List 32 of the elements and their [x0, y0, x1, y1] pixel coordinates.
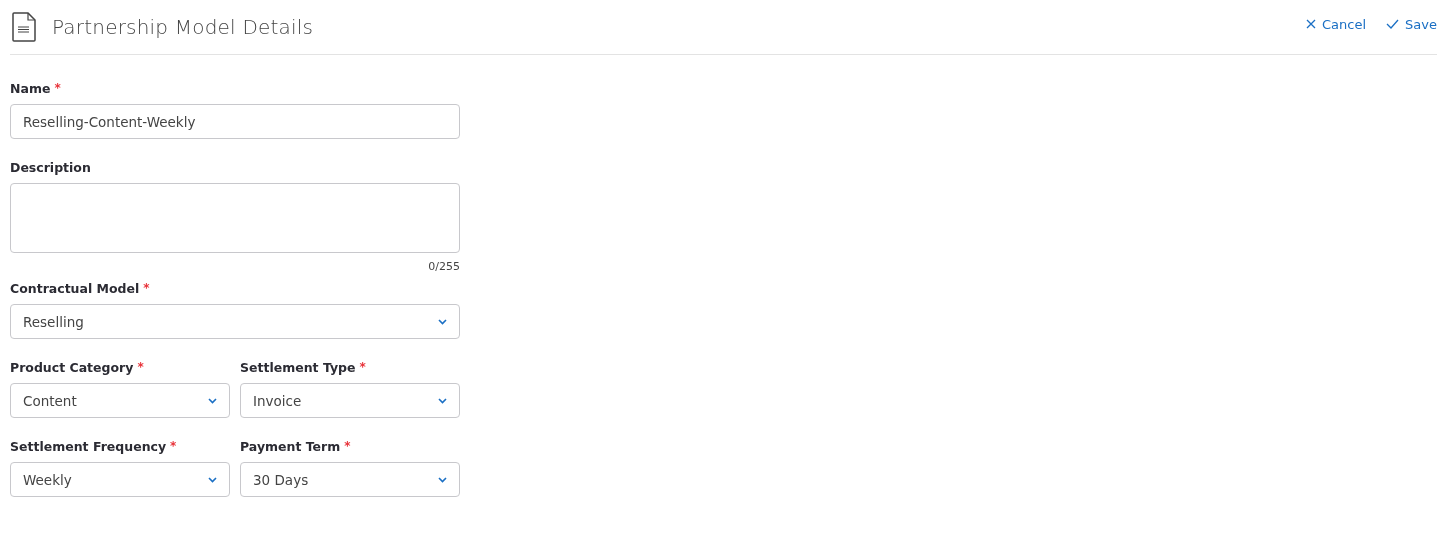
- field-label: Settlement Type: [240, 359, 356, 375]
- field-label: Name: [10, 80, 51, 96]
- close-icon: [1306, 19, 1317, 29]
- description-field[interactable]: [10, 183, 460, 253]
- required-mark: *: [143, 281, 150, 295]
- chevron-down-icon: [208, 397, 217, 404]
- character-counter: 0/255: [428, 260, 460, 273]
- required-mark: *: [137, 360, 144, 374]
- dropdown-field[interactable]: Content: [10, 383, 230, 418]
- chevron-down-icon: [438, 318, 447, 325]
- checkmark-icon: [1386, 19, 1400, 29]
- cancel-button[interactable]: Cancel: [1306, 16, 1367, 32]
- dropdown-field[interactable]: 30 Days: [240, 462, 460, 497]
- field-label: Settlement Frequency: [10, 438, 167, 454]
- field-label: Product Category: [10, 359, 134, 375]
- chevron-down-icon: [438, 397, 447, 404]
- required-mark: *: [344, 439, 351, 453]
- text-field[interactable]: Reselling-Content-Weekly: [10, 104, 460, 139]
- field-label: Payment Term: [240, 438, 341, 454]
- field-label: Contractual Model: [10, 280, 140, 296]
- chevron-down-icon: [208, 476, 217, 483]
- document-icon: [12, 12, 36, 42]
- chevron-down-icon: [438, 476, 447, 483]
- field-label: Description: [10, 159, 91, 175]
- page-title: Partnership Model Details: [52, 15, 314, 39]
- required-mark: *: [170, 439, 177, 453]
- dropdown-field[interactable]: Invoice: [240, 383, 460, 418]
- save-button[interactable]: Save: [1386, 16, 1437, 32]
- dropdown-field[interactable]: Reselling: [10, 304, 460, 339]
- required-mark: *: [54, 81, 61, 95]
- dropdown-field[interactable]: Weekly: [10, 462, 230, 497]
- required-mark: *: [359, 360, 366, 374]
